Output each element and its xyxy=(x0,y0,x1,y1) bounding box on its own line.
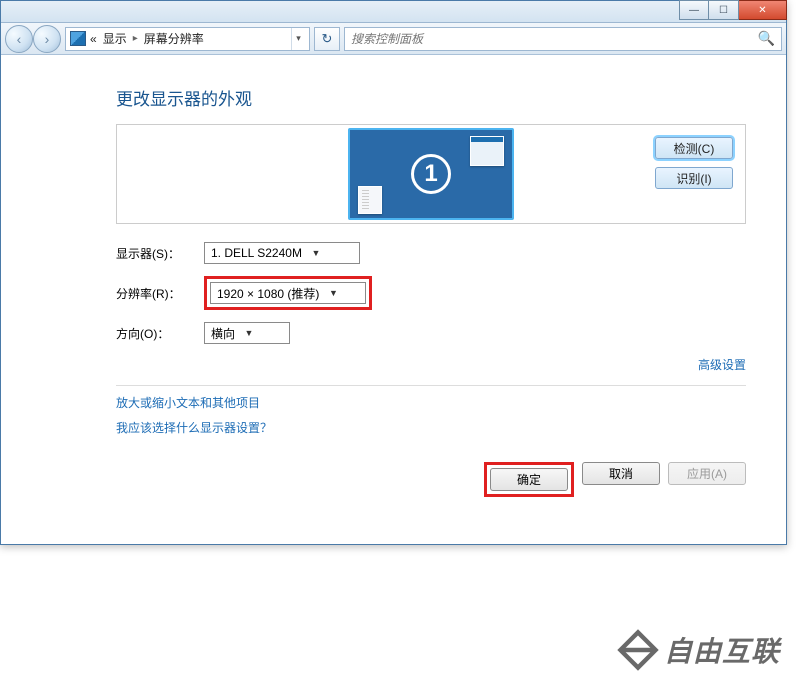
display-preview: 1 检测(C) 识别(I) xyxy=(116,124,746,224)
ok-button[interactable]: 确定 xyxy=(490,468,568,491)
footer-buttons: 确定 取消 应用(A) xyxy=(116,462,746,497)
cancel-button[interactable]: 取消 xyxy=(582,462,660,485)
back-button[interactable]: ‹ xyxy=(5,25,33,53)
monitor-row: 显示器(S)： 1. DELL S2240M ▼ xyxy=(116,242,746,264)
chevron-down-icon: ▼ xyxy=(325,283,341,303)
watermark: 自由互联 xyxy=(616,628,780,672)
minimize-button[interactable]: — xyxy=(679,0,709,20)
orientation-row: 方向(O)： 横向 ▼ xyxy=(116,322,746,344)
chevron-right-icon: ▸ xyxy=(133,33,138,44)
search-input[interactable] xyxy=(351,32,758,46)
titlebar: — ☐ ✕ xyxy=(1,1,786,23)
advanced-settings-link[interactable]: 高级设置 xyxy=(116,356,746,373)
resolution-dropdown[interactable]: 1920 × 1080 (推荐) ▼ xyxy=(210,282,366,304)
ok-highlight: 确定 xyxy=(484,462,574,497)
address-dropdown[interactable]: ▾ xyxy=(291,28,305,50)
content-area: 更改显示器的外观 1 检测(C) 识别(I) 显示器(S)： 1. DELL S… xyxy=(1,55,786,542)
maximize-button[interactable]: ☐ xyxy=(709,0,739,20)
search-icon[interactable]: 🔍 xyxy=(758,30,775,47)
close-button[interactable]: ✕ xyxy=(739,0,787,20)
text-size-link[interactable]: 放大或缩小文本和其他项目 xyxy=(116,394,746,411)
apply-button[interactable]: 应用(A) xyxy=(668,462,746,485)
detect-button[interactable]: 检测(C) xyxy=(655,137,733,159)
monitor-number-badge: 1 xyxy=(411,154,451,194)
nav-buttons: ‹ › xyxy=(5,25,61,53)
breadcrumb-item[interactable]: 屏幕分辨率 xyxy=(144,30,204,47)
orientation-label: 方向(O)： xyxy=(116,325,204,342)
monitor-label: 显示器(S)： xyxy=(116,245,204,262)
identify-button[interactable]: 识别(I) xyxy=(655,167,733,189)
window-icon xyxy=(358,186,382,214)
monitor-value: 1. DELL S2240M xyxy=(211,246,302,260)
window-icon xyxy=(470,136,504,166)
address-bar[interactable]: « 显示 ▸ 屏幕分辨率 ▾ xyxy=(65,27,310,51)
resolution-highlight: 1920 × 1080 (推荐) ▼ xyxy=(204,276,372,310)
navigation-bar: ‹ › « 显示 ▸ 屏幕分辨率 ▾ ↻ 🔍 xyxy=(1,23,786,55)
orientation-value: 横向 xyxy=(211,325,235,342)
watermark-text: 自由互联 xyxy=(664,630,780,670)
watermark-logo-icon xyxy=(616,628,660,672)
preview-side-buttons: 检测(C) 识别(I) xyxy=(655,137,733,189)
resolution-label: 分辨率(R)： xyxy=(116,285,204,302)
monitor-thumbnail[interactable]: 1 xyxy=(348,128,514,220)
refresh-button[interactable]: ↻ xyxy=(314,27,340,51)
chevron-down-icon: ▼ xyxy=(241,323,257,343)
search-bar[interactable]: 🔍 xyxy=(344,27,782,51)
window-controls: — ☐ ✕ xyxy=(679,0,787,20)
page-title: 更改显示器的外观 xyxy=(116,85,746,110)
resolution-value: 1920 × 1080 (推荐) xyxy=(217,285,319,302)
resolution-row: 分辨率(R)： 1920 × 1080 (推荐) ▼ xyxy=(116,276,746,310)
chevron-down-icon: ▼ xyxy=(308,243,324,263)
help-link[interactable]: 我应该选择什么显示器设置？ xyxy=(116,419,746,436)
control-panel-icon xyxy=(70,31,86,46)
orientation-dropdown[interactable]: 横向 ▼ xyxy=(204,322,290,344)
monitor-dropdown[interactable]: 1. DELL S2240M ▼ xyxy=(204,242,360,264)
divider xyxy=(116,385,746,386)
forward-button[interactable]: › xyxy=(33,25,61,53)
breadcrumb: « 显示 ▸ 屏幕分辨率 xyxy=(90,30,287,47)
breadcrumb-item[interactable]: 显示 xyxy=(103,30,127,47)
breadcrumb-prefix: « xyxy=(90,32,97,46)
control-panel-window: — ☐ ✕ ‹ › « 显示 ▸ 屏幕分辨率 ▾ ↻ 🔍 更改显示器的外观 xyxy=(0,0,787,545)
